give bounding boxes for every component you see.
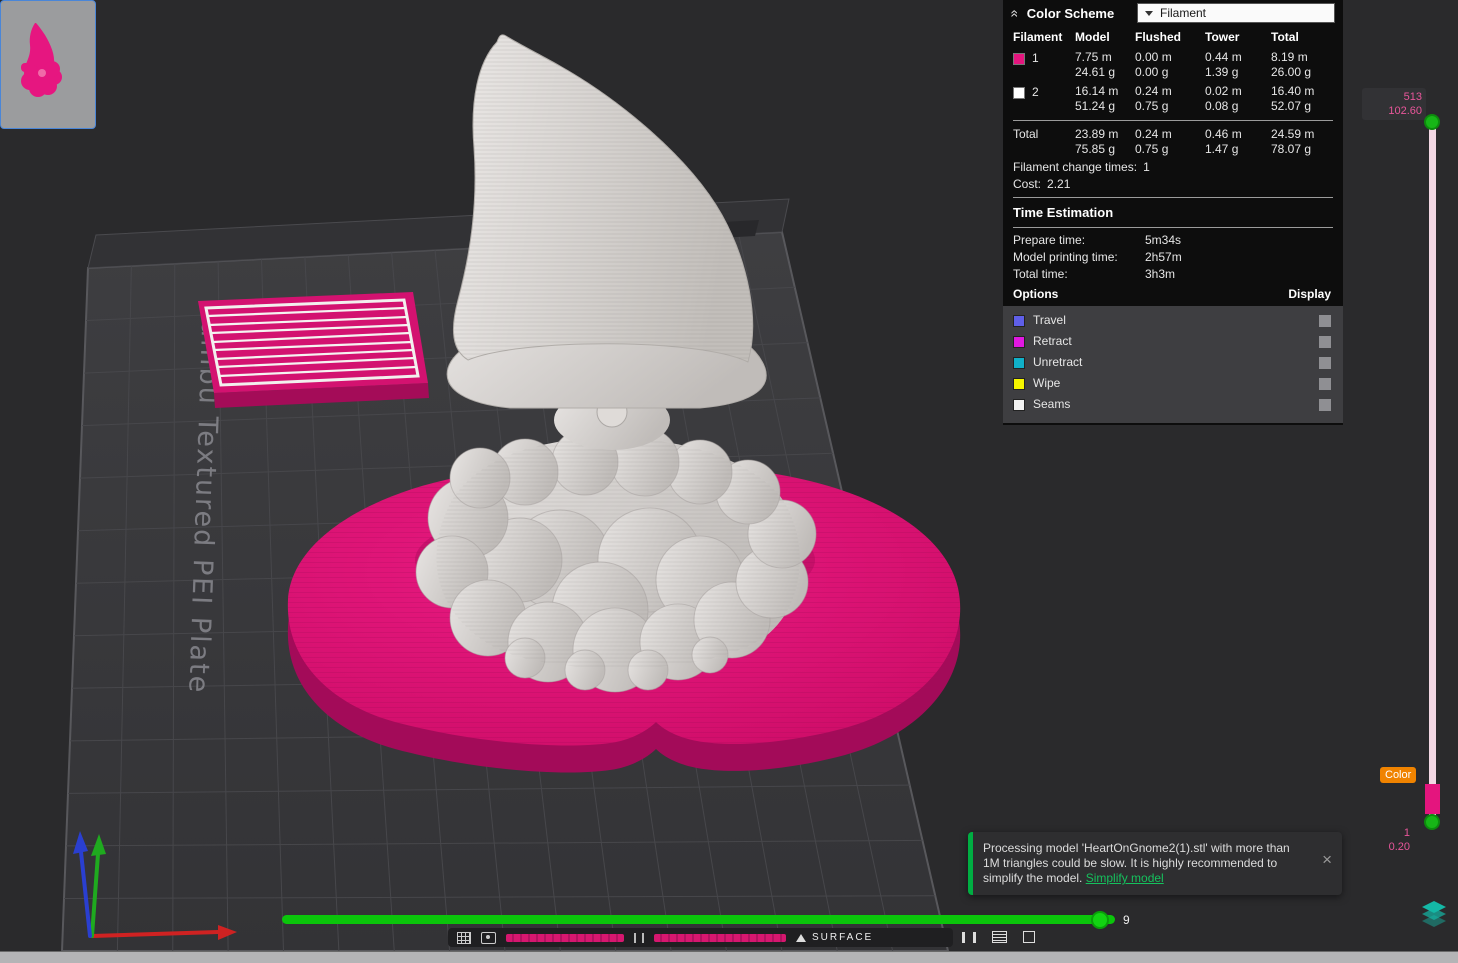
- simplify-model-link[interactable]: Simplify model: [1086, 871, 1164, 885]
- layer-feature-legend: SURFACE: [448, 928, 953, 947]
- grid-view-icon[interactable]: [457, 931, 471, 944]
- prime-tower[interactable]: [198, 292, 429, 408]
- unretract-color-swatch: [1013, 356, 1025, 369]
- option-unretract: Unretract: [1013, 352, 1331, 373]
- travel-display-checkbox[interactable]: [1319, 314, 1331, 327]
- model-printing-time: Model printing time: 2h57m: [1013, 250, 1182, 264]
- wipe-display-checkbox[interactable]: [1319, 377, 1331, 390]
- option-travel: Travel: [1013, 310, 1331, 331]
- notification-toast: Processing model 'HeartOnGnome2(1).stl' …: [968, 832, 1342, 895]
- pause-icon[interactable]: [962, 931, 976, 943]
- snapshot-icon[interactable]: [481, 931, 496, 944]
- chevron-down-icon: [1145, 10, 1153, 16]
- step-slider-track[interactable]: [282, 915, 1115, 924]
- table-header-row: Filament Model Flushed Tower Total: [1013, 30, 1299, 44]
- prepare-time: Prepare time: 5m34s: [1013, 233, 1182, 247]
- color-scheme-panel: « Color Scheme Filament Filament Model F…: [1003, 0, 1343, 425]
- window-bottom-edge: [0, 951, 1458, 963]
- option-wipe: Wipe: [1013, 373, 1331, 394]
- time-estimation-title: Time Estimation: [1013, 205, 1114, 220]
- frame-icon[interactable]: [1023, 931, 1035, 943]
- options-title: Options: [1013, 287, 1059, 301]
- filament-timeline-strip: [506, 933, 624, 942]
- wipe-color-swatch: [1013, 377, 1025, 390]
- step-slider-value: 9: [1123, 913, 1130, 927]
- current-layer-color-chip: [1425, 784, 1440, 814]
- layers-icon: [1422, 901, 1446, 927]
- color-scheme-dropdown[interactable]: Filament: [1137, 3, 1335, 23]
- layer-color-tag: Color: [1380, 767, 1417, 783]
- seams-display-checkbox[interactable]: [1319, 398, 1331, 411]
- retract-display-checkbox[interactable]: [1319, 335, 1331, 348]
- unretract-display-checkbox[interactable]: [1319, 356, 1331, 369]
- layer-slider-bottom-values: 1 0.20: [1388, 827, 1410, 853]
- layer-slider-bottom-handle[interactable]: [1424, 814, 1440, 830]
- step-slider-handle[interactable]: [1091, 911, 1109, 929]
- total-time: Total time: 3h3m: [1013, 267, 1176, 281]
- close-icon[interactable]: ×: [1322, 851, 1332, 868]
- layer-slider-track[interactable]: [1429, 126, 1436, 822]
- color-scheme-dropdown-value: Filament: [1160, 5, 1207, 20]
- total-row: Total 23.89 m 75.85 g 0.24 m 0.75 g 0.46 m…: [1013, 127, 1315, 156]
- seams-color-swatch: [1013, 398, 1025, 411]
- thumbnail-gnome-image: [21, 23, 62, 97]
- filament-2-swatch: [1013, 87, 1025, 99]
- filament-change-times: Filament change times: 1: [1013, 160, 1150, 174]
- collapse-panel-icon[interactable]: «: [1007, 9, 1023, 17]
- surface-label: SURFACE: [812, 932, 874, 943]
- panel-title: Color Scheme: [1026, 5, 1115, 21]
- option-seams: Seams: [1013, 394, 1331, 415]
- filament-row-1: 1 7.75 m 24.61 g 0.00 m 0.00 g 0.44 m 1.39 …: [1013, 48, 1333, 82]
- layer-list-icon[interactable]: [992, 931, 1007, 943]
- layers-view-button[interactable]: [1420, 900, 1448, 928]
- filament-1-swatch: [1013, 53, 1025, 65]
- legend-side-icons: [962, 931, 1035, 943]
- display-column-label: Display: [1288, 287, 1331, 301]
- pause-marker-icon: [634, 932, 644, 943]
- filament-timeline-strip: [654, 933, 786, 942]
- layer-slider-top-values: 513 102.60: [1362, 88, 1426, 120]
- filament-row-2: 2 16.14 m 51.24 g 0.24 m 0.75 g 0.02 m 0.08…: [1013, 82, 1333, 116]
- slicer-preview-window: Bambu Textured PEI Plate « Color Scheme …: [0, 0, 1458, 963]
- cost: Cost: 2.21: [1013, 177, 1071, 191]
- retract-color-swatch: [1013, 335, 1025, 348]
- model-gnome[interactable]: [415, 34, 817, 693]
- layer-slider-top-handle[interactable]: [1424, 114, 1440, 130]
- option-retract: Retract: [1013, 331, 1331, 352]
- filament-usage-table: Filament Model Flushed Tower Total 1 7.7…: [1003, 26, 1343, 159]
- plate-thumbnail[interactable]: [0, 0, 96, 129]
- travel-color-swatch: [1013, 314, 1025, 327]
- triangle-icon: [796, 933, 806, 942]
- options-list: Travel Retract Unretract Wipe Seams: [1003, 306, 1343, 423]
